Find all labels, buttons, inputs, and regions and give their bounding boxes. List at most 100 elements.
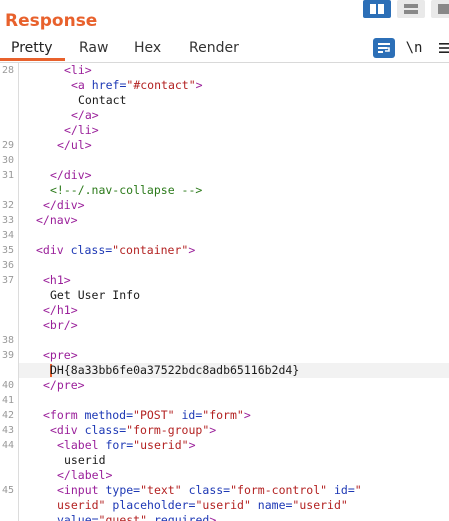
code-token: method= [84,408,134,422]
code-text: <label for="userid"> [57,438,196,453]
code-text: <li> [64,63,92,78]
menu-button[interactable] [433,38,449,58]
newline-toggle-button[interactable]: \n [403,38,425,58]
code-text: </h1> [43,303,78,318]
code-text: <div class="form-group"> [50,423,216,438]
code-token: "userid" [195,498,251,512]
code-viewer[interactable]: 28 <li> <a href="#contact"> Contact </a> </li… [0,63,449,521]
split-columns-icon [370,4,384,14]
code-token: > [209,513,217,521]
line-number: 37 [1,275,14,286]
code-line: </h1> [0,303,449,318]
code-token: type= [105,483,141,497]
hamburger-icon [439,43,449,53]
code-token: > [188,438,196,452]
code-token: userid [64,453,106,467]
single-view-button[interactable] [431,0,449,18]
horizontal-view-button[interactable] [397,0,425,18]
code-token: "#contact" [126,78,196,92]
wrap-lines-button[interactable] [373,38,395,58]
code-token: </div> [43,198,85,212]
code-token: userid" [57,498,106,512]
code-token: <h1> [43,273,71,287]
code-text: userid" placeholder="userid" name="useri… [57,498,348,513]
code-token: </div> [50,168,92,182]
code-token: > [195,78,203,92]
code-text: </nav> [36,213,78,228]
wrap-lines-icon [378,43,390,53]
code-line: </label> [0,468,449,483]
line-number: 29 [1,140,14,151]
code-text: Contact [78,93,126,108]
code-text: <div class="container"> [36,243,195,258]
line-number: 41 [1,395,14,406]
code-token: DH{8a33bb6fe0a37522bdc8adb65116b2d4} [50,363,300,377]
code-token: "POST" [133,408,175,422]
code-token: </h1> [43,303,78,317]
line-number: 28 [1,65,14,76]
code-token: class= [84,423,127,437]
code-token: <a [71,78,92,92]
code-text: <input type="text" class="form-control" … [57,483,362,498]
code-text: userid [64,453,106,468]
code-token: required [147,513,210,521]
single-pane-icon [438,4,449,14]
active-tab-indicator [0,58,65,61]
tab-render[interactable]: Render [189,40,239,56]
code-token: Get User Info [50,288,141,302]
line-number: 31 [1,170,14,181]
code-line: <a href="#contact"> [0,78,449,93]
code-line: 28 <li> [0,63,449,78]
line-number: 39 [1,350,14,361]
code-token: class= [70,243,113,257]
code-token: </label> [57,468,113,482]
code-token: > [243,408,251,422]
code-token: name= [250,498,293,512]
line-number: 44 [1,440,14,451]
code-line: 44 <label for="userid"> [0,438,449,453]
code-text: <h1> [43,273,71,288]
code-line: 30 [0,153,449,168]
code-line: 40 </pre> [0,378,449,393]
code-token: "form-group" [126,423,210,437]
code-token: "text" [140,483,182,497]
code-text: </label> [57,468,112,483]
code-line: 35 <div class="container"> [0,243,449,258]
code-token: <li> [64,63,92,77]
code-text: </div> [43,198,85,213]
code-line: value="guest" required> [0,513,449,521]
line-number: 45 [1,485,14,496]
code-line: 32 </div> [0,198,449,213]
code-token: <div [36,243,71,257]
code-token: <input [57,483,106,497]
panel-title: Response [5,11,98,31]
code-token: </a> [71,108,99,122]
code-line: 38 [0,333,449,348]
tab-hex[interactable]: Hex [134,40,161,56]
line-number: 40 [1,380,14,391]
line-number: 33 [1,215,14,226]
code-token: </li> [64,123,99,137]
code-line: userid [0,453,449,468]
code-token: " [354,483,362,497]
code-token: <br/> [43,318,78,332]
code-token: </pre> [43,378,85,392]
code-line: 42 <form method="POST" id="form"> [0,408,449,423]
code-line: Contact [0,93,449,108]
code-token: <label [57,438,106,452]
tab-raw[interactable]: Raw [79,40,108,56]
code-line: <!--/.nav-collapse --> [0,183,449,198]
code-line: <br/> [0,318,449,333]
tab-pretty[interactable]: Pretty [11,40,53,56]
code-text: <br/> [43,318,78,333]
code-text: Get User Info [50,288,140,303]
code-line: 45 <input type="text" class="form-control… [0,483,449,498]
line-number: 35 [1,245,14,256]
line-number: 30 [1,155,14,166]
code-text: <pre> [43,348,78,363]
code-token: "form" [202,408,244,422]
split-view-button[interactable] [363,0,391,18]
code-line: </a> [0,108,449,123]
code-text: </ul> [57,138,92,153]
code-token: for= [105,438,134,452]
